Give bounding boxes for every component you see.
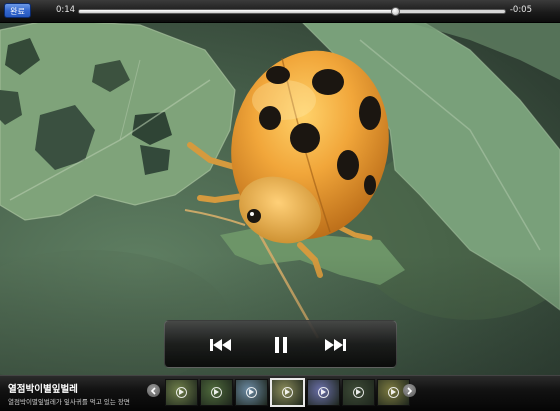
top-scrubber-bar: 완료 0:14 -0:05 — [0, 0, 560, 23]
scrubber-progress-fill — [79, 10, 395, 13]
thumbnail-item[interactable] — [200, 379, 233, 406]
time-elapsed: 0:14 — [56, 5, 76, 15]
play-circle-icon — [387, 386, 399, 398]
thumbnail-strip — [165, 378, 410, 407]
scrubber-track[interactable] — [78, 9, 506, 14]
thumbnail-item[interactable] — [270, 378, 305, 407]
play-circle-icon — [281, 386, 293, 398]
playback-controls — [164, 320, 397, 368]
clip-subtitle: 열점박이별잎벌레가 잎사귀를 먹고 있는 장면 — [8, 398, 130, 406]
play-circle-icon — [175, 386, 187, 398]
skip-next-button[interactable] — [323, 333, 347, 357]
skip-next-icon — [325, 339, 346, 351]
thumbnail-item[interactable] — [235, 379, 268, 406]
bottom-info-bar: 열점박이별잎벌레 열점박이별잎벌레가 잎사귀를 먹고 있는 장면 — [0, 375, 560, 411]
thumbnail-item[interactable] — [307, 379, 340, 406]
skip-previous-icon — [210, 339, 231, 351]
chevron-left-icon — [150, 386, 156, 395]
done-button[interactable]: 완료 — [4, 3, 31, 18]
play-circle-icon — [352, 386, 364, 398]
chevron-right-icon — [407, 386, 413, 395]
scrubber-knob[interactable] — [390, 7, 400, 16]
thumbnail-item[interactable] — [342, 379, 375, 406]
play-circle-icon — [210, 386, 222, 398]
thumbnails-previous-button[interactable] — [147, 384, 160, 397]
skip-previous-button[interactable] — [209, 333, 233, 357]
clip-title: 열점박이별잎벌레 — [8, 384, 78, 395]
time-remaining: -0:05 — [509, 5, 532, 15]
thumbnails-next-button[interactable] — [403, 384, 416, 397]
play-circle-icon — [245, 386, 257, 398]
pause-button[interactable] — [269, 333, 293, 357]
thumbnail-item[interactable] — [165, 379, 198, 406]
pause-icon — [275, 337, 287, 353]
play-circle-icon — [317, 386, 329, 398]
